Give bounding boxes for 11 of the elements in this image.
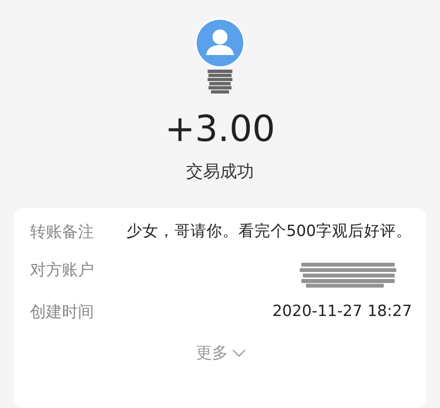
status-text: 交易成功 <box>186 161 254 184</box>
detail-label: 对方账户 <box>30 260 95 282</box>
chevron-down-icon <box>232 348 246 357</box>
avatar <box>195 18 245 68</box>
detail-value: 少女，哥请你。看完个500字观后好评。 <box>125 221 412 242</box>
detail-label: 创建时间 <box>30 302 95 324</box>
detail-value: 2020-11-27 18:27 <box>271 301 412 322</box>
more-button[interactable]: 更多 <box>196 340 246 365</box>
detail-label: 转账备注 <box>30 222 95 243</box>
amount: +3.00 <box>164 112 276 148</box>
redaction-scribble <box>206 68 234 96</box>
